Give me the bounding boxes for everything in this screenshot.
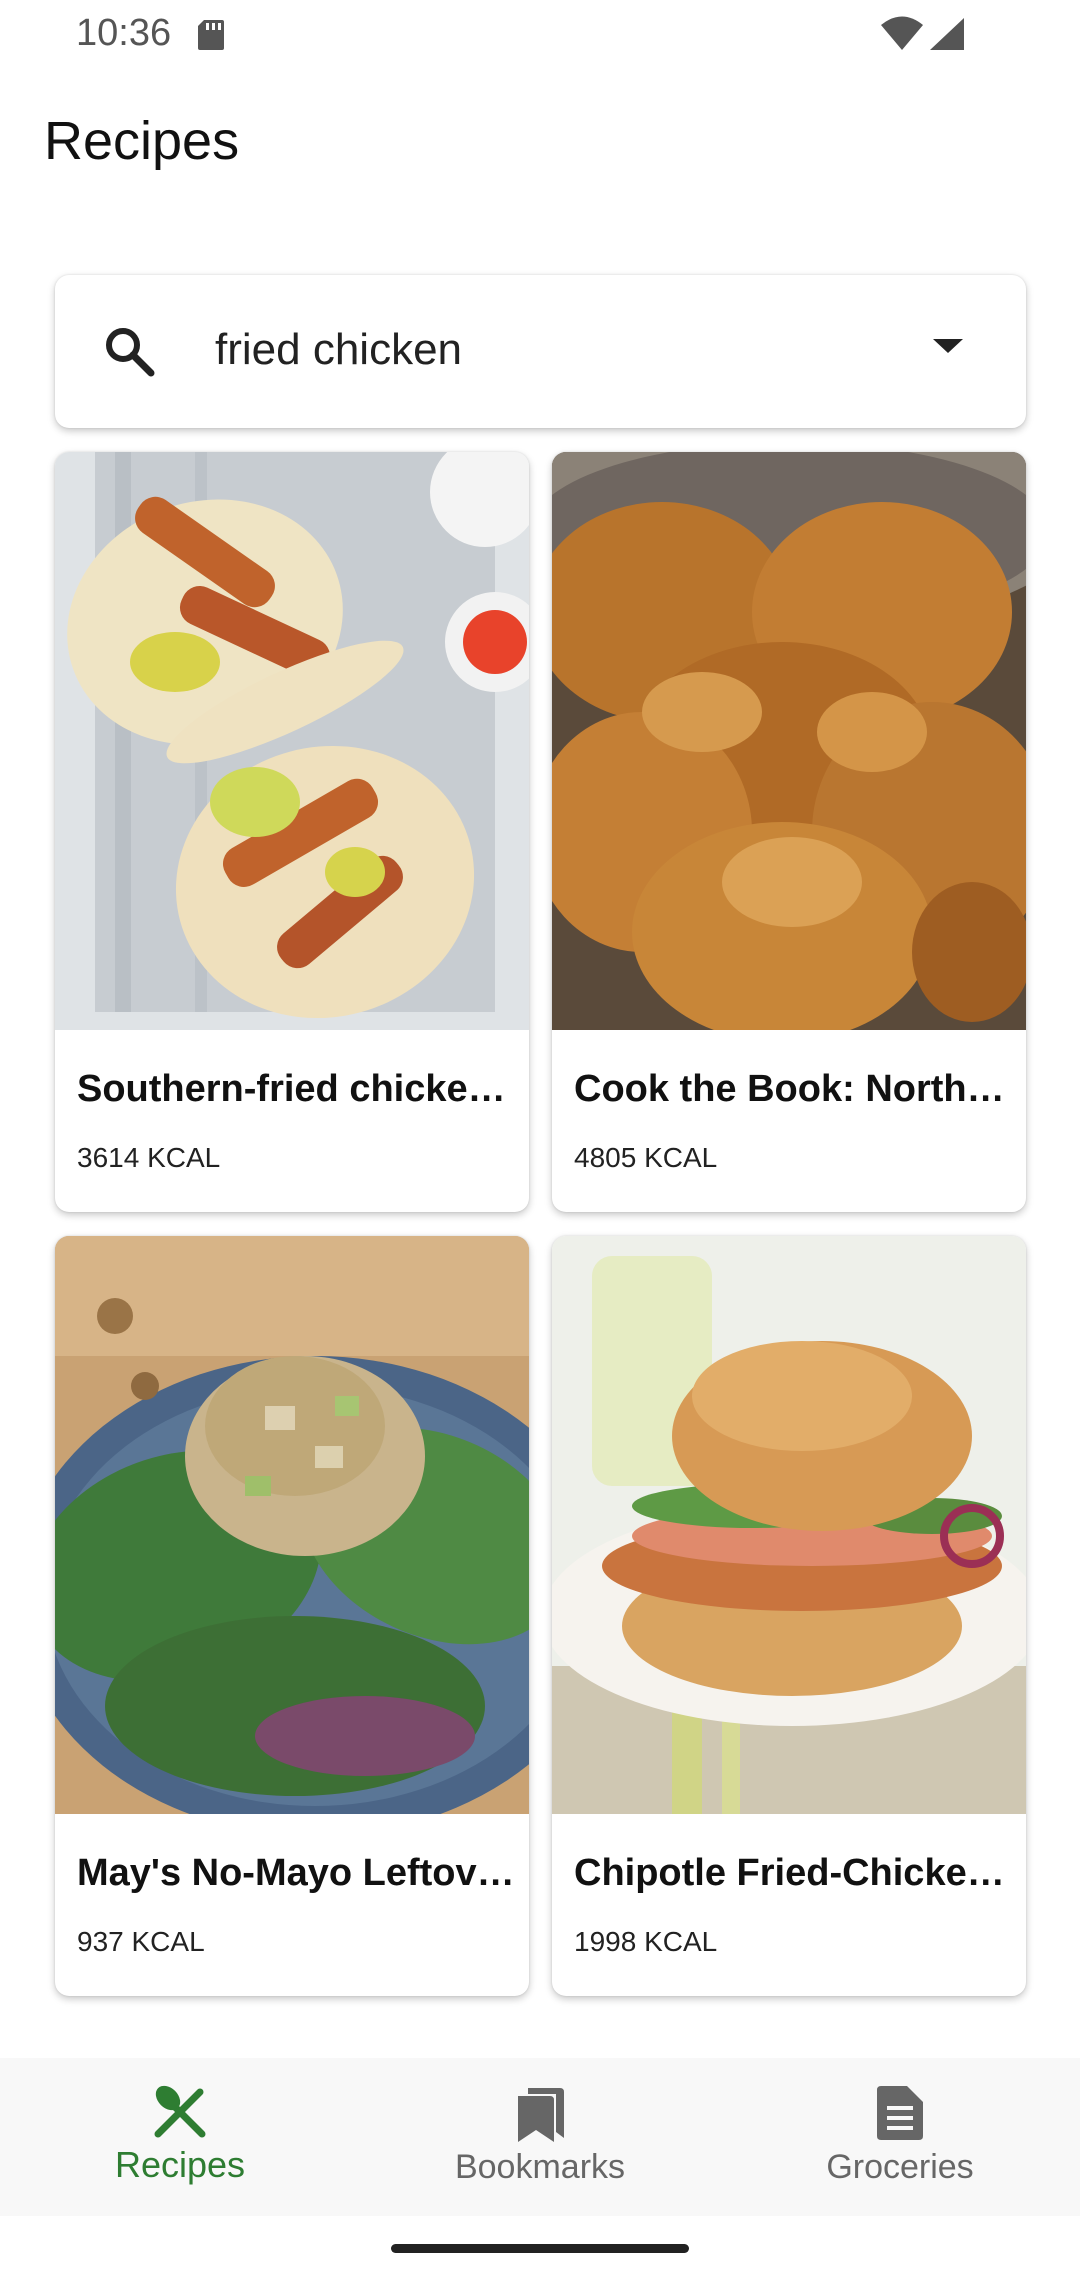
recipes-screen: 10:36 Recipes fried chicken Southern-fri…	[0, 0, 1080, 2280]
recipe-title: May's No-Mayo Leftov…	[77, 1852, 515, 1894]
page-title: Recipes	[44, 111, 240, 171]
bottom-navigation: Recipes Bookmarks Groceries	[0, 2058, 1080, 2216]
recipe-card[interactable]: Southern-fried chicke… 3614 KCAL	[55, 452, 529, 1212]
recipe-image-salad	[55, 1236, 529, 1814]
list-icon	[875, 2084, 925, 2147]
wifi-icon	[880, 16, 924, 57]
recipe-title: Chipotle Fried-Chicke…	[574, 1852, 1005, 1894]
dropdown-arrow-icon[interactable]	[931, 337, 965, 360]
recipe-image-tacos	[55, 452, 529, 1030]
recipe-card[interactable]: Chipotle Fried-Chicke… 1998 KCAL	[552, 1236, 1026, 1996]
recipe-title: Southern-fried chicke…	[77, 1068, 506, 1110]
nav-label: Bookmarks	[454, 2148, 626, 2186]
recipe-image-sandwich	[552, 1236, 1026, 1814]
sd-card-icon	[196, 18, 226, 57]
nav-item-bookmarks[interactable]: Bookmarks	[360, 2058, 720, 2216]
recipe-card[interactable]: May's No-Mayo Leftov… 937 KCAL	[55, 1236, 529, 1996]
search-input[interactable]	[215, 325, 815, 375]
nav-item-recipes[interactable]: Recipes	[0, 2058, 360, 2216]
status-bar: 10:36	[0, 0, 1080, 72]
recipe-kcal: 3614 KCAL	[77, 1142, 221, 1173]
recipe-kcal: 937 KCAL	[77, 1926, 205, 1957]
nav-item-groceries[interactable]: Groceries	[720, 2058, 1080, 2216]
fork-knife-icon	[152, 2084, 208, 2145]
home-indicator[interactable]	[391, 2244, 689, 2253]
recipe-kcal: 4805 KCAL	[574, 1142, 718, 1173]
search-bar[interactable]	[55, 275, 1026, 428]
recipe-card[interactable]: Cook the Book: Northe… 4805 KCAL	[552, 452, 1026, 1212]
recipe-image-fried-chicken	[552, 452, 1026, 1030]
recipe-title: Cook the Book: Northe…	[574, 1068, 1014, 1110]
bookmarks-icon	[512, 2084, 568, 2149]
nav-label: Groceries	[826, 2148, 974, 2186]
search-icon	[103, 325, 155, 382]
status-time: 10:36	[76, 12, 172, 54]
signal-icon	[928, 16, 966, 57]
nav-label: Recipes	[114, 2144, 246, 2185]
recipe-kcal: 1998 KCAL	[574, 1926, 718, 1957]
